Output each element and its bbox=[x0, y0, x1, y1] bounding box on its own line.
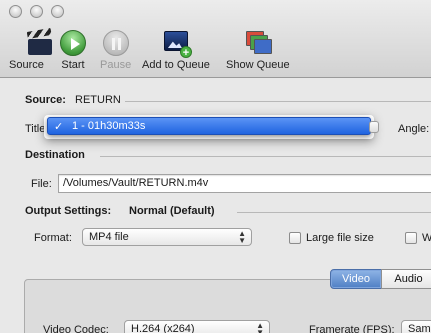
video-codec-value: H.264 (x264) bbox=[131, 323, 195, 333]
toolbar: Source Start Pause + Add to Queue Show Q… bbox=[0, 0, 431, 78]
source-value: RETURN bbox=[75, 94, 121, 106]
window-zoom-button[interactable] bbox=[51, 5, 64, 18]
clapperboard-icon bbox=[12, 27, 53, 56]
source-label: Source: bbox=[25, 94, 66, 106]
start-button[interactable]: Start bbox=[59, 30, 87, 71]
web-optimized-label: W bbox=[422, 232, 431, 244]
add-to-queue-label: Add to Queue bbox=[142, 59, 210, 71]
source-button-label: Source bbox=[9, 59, 44, 71]
format-label: Format: bbox=[34, 232, 72, 244]
video-codec-select[interactable]: H.264 (x264) ▲ ▼ bbox=[124, 320, 270, 333]
updown-arrows-icon: ▲ ▼ bbox=[256, 321, 264, 333]
framerate-select[interactable]: Sam bbox=[401, 320, 431, 333]
large-file-checkbox[interactable] bbox=[289, 232, 301, 244]
show-queue-label: Show Queue bbox=[226, 59, 290, 71]
output-divider bbox=[237, 212, 431, 213]
tab-video[interactable]: Video bbox=[330, 269, 382, 289]
show-queue-icon bbox=[244, 30, 272, 56]
main-panel: Source: RETURN Title ✓ 1 - 01h30m33s Ang… bbox=[0, 79, 431, 333]
pause-button[interactable]: Pause bbox=[100, 30, 131, 71]
web-optimized-checkbox[interactable] bbox=[405, 232, 417, 244]
window-minimize-button[interactable] bbox=[30, 5, 43, 18]
play-icon bbox=[59, 30, 87, 56]
add-to-queue-button[interactable]: + Add to Queue bbox=[142, 30, 210, 71]
add-to-queue-icon: + bbox=[162, 30, 192, 59]
angle-label: Angle: bbox=[398, 123, 430, 135]
tab-audio[interactable]: Audio bbox=[381, 269, 431, 289]
output-settings-label: Output Settings: bbox=[25, 205, 112, 217]
title-menu-item-selected[interactable]: ✓ 1 - 01h30m33s bbox=[47, 117, 371, 135]
source-button[interactable]: Source bbox=[9, 27, 53, 71]
show-queue-button[interactable]: Show Queue bbox=[226, 30, 290, 71]
output-preset-value: Normal (Default) bbox=[129, 205, 215, 217]
updown-arrows-icon: ▲ ▼ bbox=[238, 229, 246, 245]
chapters-stepper[interactable] bbox=[369, 121, 379, 133]
format-select-value: MP4 file bbox=[89, 231, 129, 243]
title-label: Title bbox=[25, 123, 46, 135]
pause-icon bbox=[102, 30, 130, 56]
framerate-label: Framerate (FPS): bbox=[309, 324, 395, 333]
format-select[interactable]: MP4 file ▲ ▼ bbox=[82, 228, 252, 246]
window-close-button[interactable] bbox=[9, 5, 22, 18]
source-divider bbox=[125, 101, 431, 102]
large-file-label: Large file size bbox=[306, 232, 374, 244]
destination-divider bbox=[100, 156, 431, 157]
destination-heading: Destination bbox=[25, 149, 85, 161]
pause-button-label: Pause bbox=[100, 59, 132, 71]
video-codec-label: Video Codec: bbox=[43, 324, 109, 333]
start-button-label: Start bbox=[61, 59, 85, 71]
file-label: File: bbox=[31, 178, 52, 190]
checkmark-icon: ✓ bbox=[54, 121, 64, 133]
framerate-value: Sam bbox=[408, 323, 431, 333]
title-selected-value: 1 - 01h30m33s bbox=[72, 120, 146, 132]
file-path-field[interactable]: /Volumes/Vault/RETURN.m4v bbox=[58, 174, 431, 193]
